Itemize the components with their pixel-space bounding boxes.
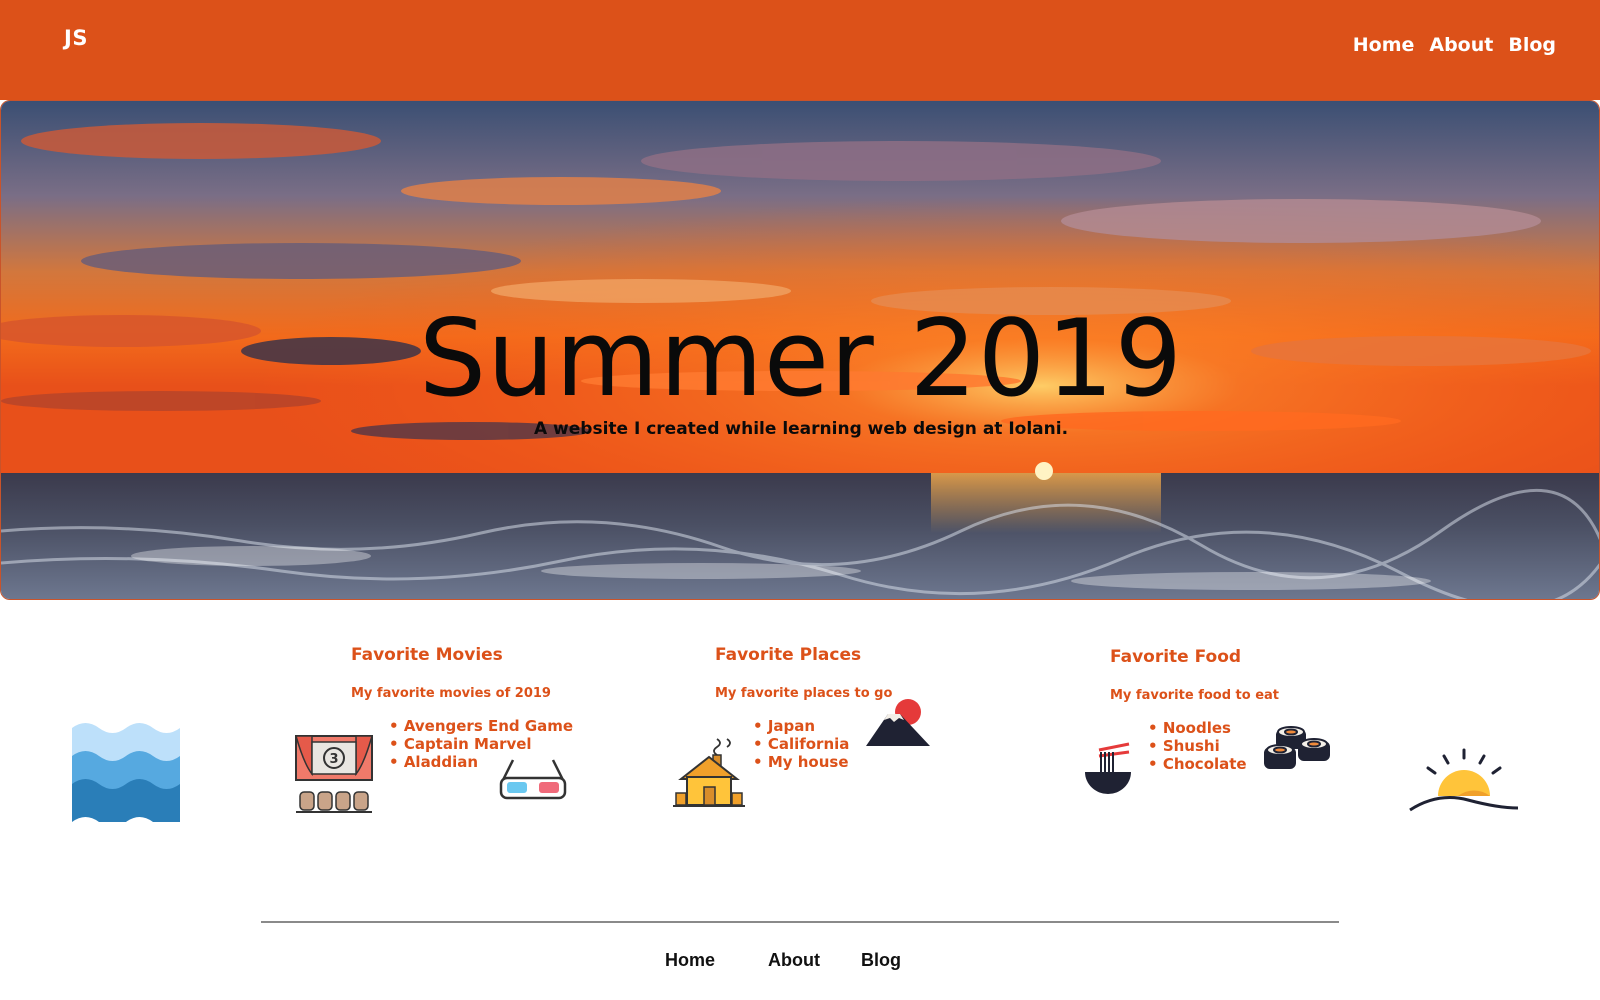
footer-about-link[interactable]: About — [768, 950, 820, 971]
hero-subtitle: A website I created while learning web d… — [533, 419, 1069, 439]
waves-icon — [72, 723, 180, 822]
list-item: Japan — [753, 717, 849, 735]
3d-glasses-icon — [499, 759, 567, 800]
food-card-description: My favorite food to eat — [1110, 688, 1280, 703]
sunrise-icon — [1409, 748, 1519, 812]
nav-home-link[interactable]: Home — [1353, 34, 1415, 56]
list-item: California — [753, 735, 850, 753]
sushi-icon — [1264, 726, 1330, 769]
hero-banner: Summer 2019 A website I created while le… — [0, 100, 1600, 600]
hero-title: Summer 2019 — [418, 297, 1184, 420]
movies-card: Favorite Movies My favorite movies of 20… — [351, 645, 551, 701]
list-item: Chocolate — [1148, 755, 1247, 773]
top-bar: JS Home About Blog — [0, 0, 1600, 100]
site-logo[interactable]: JS — [64, 26, 88, 50]
house-icon — [673, 738, 745, 807]
noodle-bowl-icon — [1085, 742, 1131, 794]
movies-card-description: My favorite movies of 2019 — [351, 686, 551, 701]
food-card-title: Favorite Food — [1110, 647, 1242, 667]
top-nav: Home About Blog — [1353, 34, 1556, 56]
places-card: Favorite Places My favorite places to go — [715, 645, 892, 701]
food-list: Noodles Shushi Chocolate — [1148, 719, 1247, 773]
movies-card-title: Favorite Movies — [351, 645, 503, 665]
places-list: Japan California My house — [753, 717, 850, 771]
list-item: Shushi — [1148, 737, 1247, 755]
list-item: Avengers End Game — [389, 717, 573, 735]
nav-about-link[interactable]: About — [1429, 34, 1493, 56]
footer-divider — [261, 921, 1339, 923]
food-card: Favorite Food My favorite food to eat — [1110, 647, 1279, 703]
list-item: Noodles — [1148, 719, 1247, 737]
footer-home-link[interactable]: Home — [665, 950, 715, 971]
movie-theater-icon: 3 — [295, 735, 373, 813]
nav-blog-link[interactable]: Blog — [1508, 34, 1556, 56]
svg-text:3: 3 — [329, 752, 338, 767]
footer-blog-link[interactable]: Blog — [861, 950, 901, 971]
list-item: Captain Marvel — [389, 735, 573, 753]
list-item: My house — [753, 753, 849, 771]
places-card-title: Favorite Places — [715, 645, 862, 665]
mount-fuji-icon — [866, 699, 930, 746]
